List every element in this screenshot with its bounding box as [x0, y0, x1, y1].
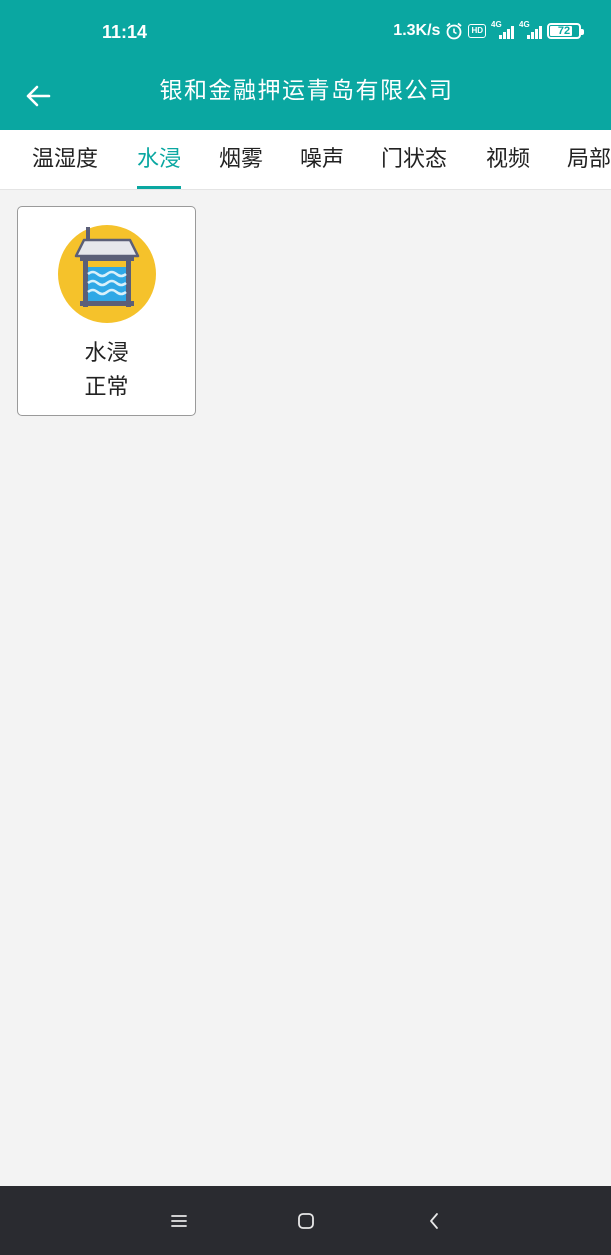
tab-water-immersion[interactable]: 水浸 — [137, 130, 182, 189]
home-icon — [298, 1213, 314, 1229]
battery-level: 72 — [557, 25, 571, 37]
sensor-name: 水浸 — [84, 341, 129, 366]
back-chevron-icon — [430, 1213, 438, 1229]
signal-label: 4G — [491, 20, 502, 29]
home-button[interactable] — [289, 1204, 323, 1238]
tab-video[interactable]: 视频 — [486, 130, 530, 189]
status-bar: 11:14 1.3K/s HD 4G 4G 72 — [0, 0, 611, 64]
tab-smoke[interactable]: 烟雾 — [219, 130, 263, 189]
tab-temperature-humidity[interactable]: 温湿度 — [32, 130, 98, 189]
tab-bar: 温湿度 水浸 烟雾 噪声 门状态 视频 局部 — [0, 130, 611, 190]
tab-door-status[interactable]: 门状态 — [381, 130, 447, 189]
sensor-status: 正常 — [84, 375, 129, 400]
sensor-card[interactable]: 水浸 正常 — [17, 206, 196, 416]
signal-icon: 4G — [491, 20, 514, 39]
water-sensor-icon — [58, 225, 156, 323]
menu-icon — [171, 1215, 187, 1227]
tab-noise[interactable]: 噪声 — [300, 130, 344, 189]
alarm-icon — [445, 22, 463, 40]
tab-local[interactable]: 局部 — [567, 130, 611, 189]
signal-label: 4G — [519, 20, 530, 29]
recents-button[interactable] — [162, 1204, 196, 1238]
status-time: 11:14 — [102, 22, 148, 42]
battery-icon: 72 — [547, 23, 584, 39]
nav-back-button[interactable] — [417, 1204, 451, 1238]
signal-icon: 4G — [519, 20, 542, 39]
hd-badge: HD — [468, 24, 486, 38]
system-nav-bar — [0, 1186, 611, 1255]
network-speed: 1.3K/s — [393, 22, 441, 39]
app-bar: 银和金融押运青岛有限公司 — [0, 64, 611, 130]
page-title: 银和金融押运青岛有限公司 — [159, 78, 454, 104]
status-icons: 1.3K/s HD 4G 4G 72 — [393, 20, 584, 40]
